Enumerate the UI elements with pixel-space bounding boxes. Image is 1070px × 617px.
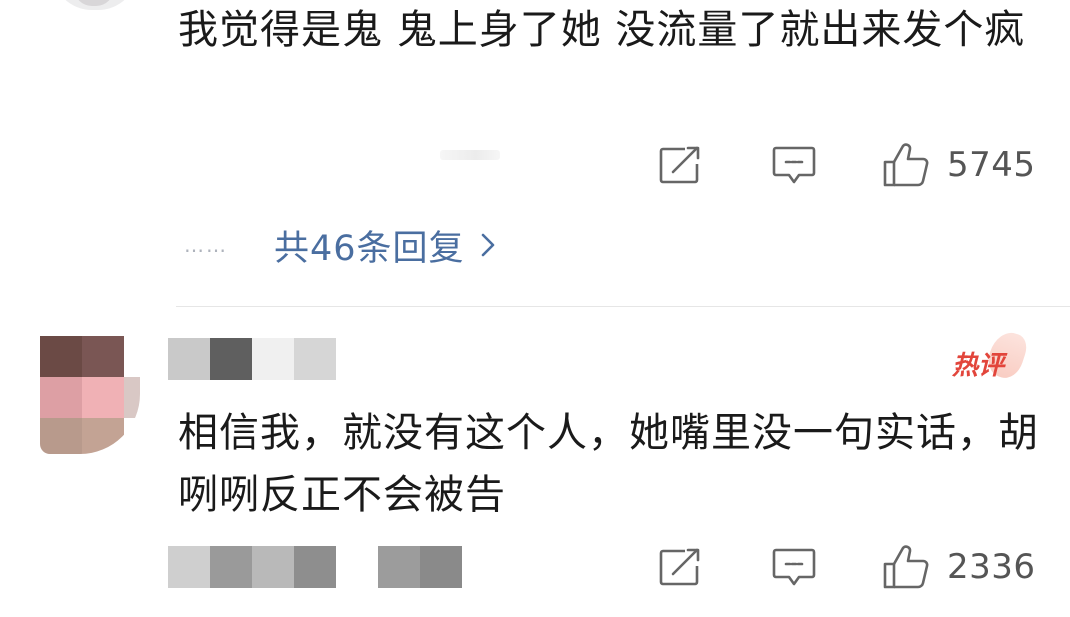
reply-button[interactable] bbox=[769, 542, 819, 592]
view-replies-link[interactable]: …… 共46条回复 bbox=[184, 220, 497, 270]
comment-text: 相信我，就没有这个人，她嘴里没一句实话，胡咧咧反正不会被告 bbox=[178, 410, 1039, 518]
share-icon bbox=[659, 146, 700, 184]
comment-actions: 2336 bbox=[655, 542, 1036, 592]
like-button[interactable] bbox=[881, 542, 931, 592]
share-icon bbox=[659, 548, 700, 586]
thumbs-up-icon bbox=[883, 143, 929, 187]
avatar[interactable] bbox=[40, 336, 140, 454]
avatar[interactable] bbox=[52, 0, 138, 10]
comment-divider bbox=[176, 306, 1070, 307]
replies-dots: …… bbox=[184, 233, 228, 257]
share-button[interactable] bbox=[655, 542, 705, 592]
like-button[interactable] bbox=[881, 140, 931, 190]
username-redacted[interactable] bbox=[168, 338, 376, 380]
hot-badge-label: 热评 bbox=[952, 351, 1005, 381]
chevron-right-icon bbox=[479, 231, 497, 259]
comment-text: 我觉得是鬼 鬼上身了她 没流量了就出来发个疯 bbox=[178, 7, 1026, 53]
comment-icon bbox=[772, 146, 816, 184]
comment-icon bbox=[772, 548, 816, 586]
share-button[interactable] bbox=[655, 140, 705, 190]
replies-count-label: 共46条回复 bbox=[274, 228, 465, 269]
comment-meta-redacted bbox=[168, 546, 502, 588]
comment-meta-redacted bbox=[440, 150, 500, 160]
reply-button[interactable] bbox=[769, 140, 819, 190]
like-count: 5745 bbox=[947, 145, 1036, 185]
like-count: 2336 bbox=[947, 547, 1036, 587]
hot-comment-badge: 热评 bbox=[952, 327, 1031, 384]
comment-actions: 5745 bbox=[655, 140, 1036, 190]
thumbs-up-icon bbox=[883, 545, 929, 589]
